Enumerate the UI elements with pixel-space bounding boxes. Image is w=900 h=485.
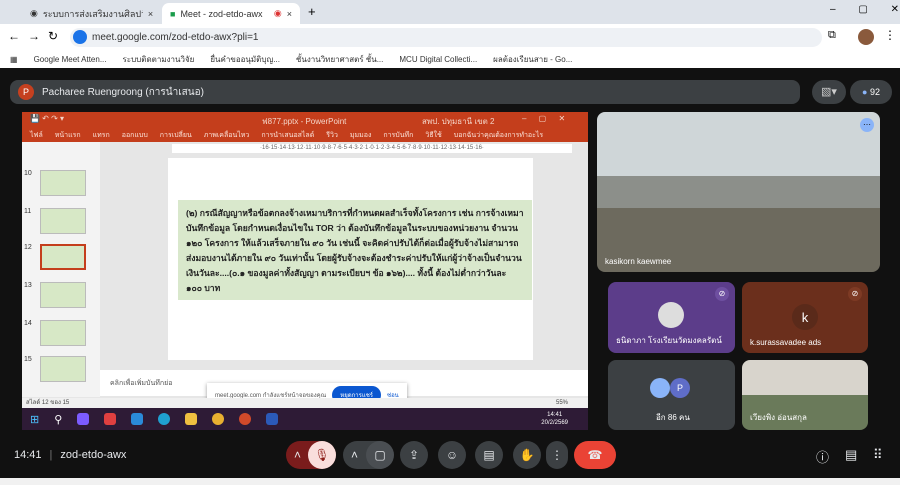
info-icon[interactable]: ⓘ (816, 447, 829, 466)
ribbon-tab[interactable]: ไฟล์ (30, 130, 43, 141)
ribbon-tab[interactable]: ภาพเคลื่อนไหว (204, 130, 250, 141)
ribbon-tab[interactable]: การบันทึก (383, 130, 413, 141)
bookmark[interactable]: ผลต้องเรียนสาย - Go... (493, 53, 572, 66)
avatar (658, 302, 684, 328)
tab-inactive[interactable]: ◉ระบบการส่งเสริมงานศิลปวัฒนธรรม...× (22, 3, 162, 24)
more-options-button[interactable]: ⋮ (546, 441, 568, 469)
slide-thumb[interactable] (40, 320, 86, 346)
app-icon[interactable] (77, 413, 90, 425)
url-input[interactable]: meet.google.com/zod-etdo-awx?pli=1 (70, 28, 822, 47)
close-icon[interactable]: × (148, 9, 153, 19)
participants-button[interactable]: ● 92 (850, 80, 892, 104)
slide-text-box[interactable]: (๒) กรณีสัญญาหรือข้อตกลงจ้างเหมาบริการที… (178, 200, 532, 300)
chrome-icon[interactable] (212, 413, 225, 425)
ribbon-tab[interactable]: รีวิว (326, 130, 338, 141)
powerpoint-icon[interactable] (239, 413, 252, 425)
avatar: P (670, 378, 690, 398)
record-icon: ◉ (273, 8, 282, 18)
shared-screen: 💾 ↶ ↷ ▾ ฟ877.pptx - PowerPoint สพป. ปทุม… (22, 112, 588, 430)
window-controls[interactable]: – ▢ ✕ (522, 114, 565, 123)
people-icon: ● (862, 87, 868, 97)
edge-icon[interactable] (158, 413, 171, 425)
windows-taskbar: ⊞ ⚲ 14:41 20/2/2569 (22, 408, 588, 430)
mic-off-button[interactable]: 🎙 (308, 441, 336, 469)
ribbon-tab[interactable]: มุมมอง (350, 130, 371, 141)
search-icon[interactable]: ⚲ (54, 413, 62, 426)
ribbon-tab[interactable]: การนำเสนอสไลด์ (261, 130, 314, 141)
mic-off-icon: ⊘ (715, 287, 729, 301)
ribbon-tabs: ไฟล์ หน้าแรก แทรก ออกแบบ การเปลี่ยน ภาพเคลื่อ… (22, 128, 588, 142)
qat-icons[interactable]: 💾 ↶ ↷ ▾ (30, 114, 64, 123)
bookmark[interactable]: ระบบติดตามงานวิจัย (123, 53, 195, 66)
slide-canvas: (๒) กรณีสัญญาหรือข้อตกลงจ้างเหมาบริการที… (168, 158, 533, 360)
more-options-icon[interactable]: ⋯ (860, 118, 874, 132)
close-icon[interactable]: × (287, 9, 292, 19)
avatar: k (792, 304, 818, 330)
ribbon-tab[interactable]: แทรก (93, 130, 110, 141)
ribbon-tab[interactable]: วิธีใช้ (425, 130, 441, 141)
camera-button[interactable]: ▢ (366, 441, 394, 469)
menu-icon[interactable]: ⋮ (884, 28, 896, 42)
avatar (650, 378, 670, 398)
status-bar: สไลด์ 12 ของ 15 55% (22, 398, 588, 408)
start-icon[interactable]: ⊞ (30, 413, 39, 426)
captions-button[interactable]: ▤ (475, 441, 503, 469)
slide-thumbnails: 10 11 12 13 14 15 (22, 142, 100, 397)
zoom-level[interactable]: 55% (556, 398, 568, 408)
mic-off-icon: ⊘ (848, 287, 862, 301)
slide-thumb[interactable] (40, 282, 86, 308)
favicon-icon: ◉ (30, 8, 38, 18)
presenter-avatar: P (18, 84, 34, 100)
ruler: ·16·15·14·13·12·11·10·9·8·7·6·5·4·3·2·1·… (172, 144, 572, 153)
bookmark[interactable]: MCU Digital Collecti... (399, 55, 477, 64)
activities-icon[interactable]: ⠿ (873, 447, 883, 463)
apps-icon[interactable]: ▦ (10, 55, 18, 64)
presenter-bar: P Pacharee Ruengroong (การนำเสนอ) (10, 80, 800, 104)
bookmark[interactable]: ชั้นงานวิทยาศาสตร์ ชั้น... (296, 53, 383, 66)
mail-icon[interactable] (131, 413, 144, 425)
extensions-icon[interactable]: ⧉ (828, 29, 836, 42)
participant-tile[interactable]: เวียงพิง อ่อนสกุล (742, 360, 868, 430)
window-controls[interactable]: – ▢ ✕ (830, 4, 899, 15)
slide-thumb[interactable] (40, 208, 86, 234)
site-icon (73, 30, 87, 44)
app-icon[interactable] (104, 413, 117, 425)
ppt-title-bar: 💾 ↶ ↷ ▾ ฟ877.pptx - PowerPoint สพป. ปทุม… (22, 112, 588, 128)
ribbon-tab[interactable]: ออกแบบ (122, 130, 148, 141)
ribbon-tab[interactable]: การเปลี่ยน (160, 130, 192, 141)
raise-hand-button[interactable]: ✋ (513, 441, 541, 469)
tab-active[interactable]: ■ Meet - zod-etdo-awx ◉ × (162, 3, 300, 24)
ribbon-tab[interactable]: หน้าแรก (55, 130, 81, 141)
browser-tab-bar: ◉ระบบการส่งเสริมงานศิลปวัฒนธรรม...× ■Mee… (0, 0, 900, 24)
taskbar-clock[interactable]: 14:41 20/2/2569 (541, 411, 568, 427)
bookmark[interactable]: Google Meet Atten... (34, 55, 107, 64)
new-tab-icon[interactable]: + (308, 4, 316, 19)
emoji-button[interactable]: ☺ (438, 441, 466, 469)
layout-button[interactable]: ▧▾ (812, 80, 846, 104)
bookmark[interactable]: ยื่นคำขออนุมัติบุญ... (210, 53, 280, 66)
word-icon[interactable] (266, 413, 279, 425)
meet-icon: ■ (170, 8, 176, 19)
participant-tile[interactable]: ⊘ k k.surassavadee ads (742, 282, 868, 353)
participant-tile[interactable]: ⊘ ธนิดาภา โรงเรียนวัดมงคลรัตน์ (608, 282, 735, 353)
bottom-edge (0, 478, 900, 485)
leave-call-button[interactable]: ☎ (574, 441, 616, 469)
present-button[interactable]: ⇪ (400, 441, 428, 469)
main-video-tile[interactable]: ⋯ kasikorn kaewmee (597, 112, 880, 272)
explorer-icon[interactable] (185, 413, 198, 425)
tell-me-search[interactable]: บอกฉันว่าคุณต้องการทำอะไร (454, 130, 543, 141)
chat-icon[interactable]: ▤ (845, 447, 857, 463)
bookmarks-bar: ▦ Google Meet Atten... ระบบติดตามงานวิจั… (0, 50, 900, 68)
nav-buttons[interactable]: ←→↻ (8, 29, 66, 43)
profile-avatar[interactable] (858, 29, 874, 45)
others-tile[interactable]: P อีก 86 คน (608, 360, 735, 430)
slide-thumb[interactable] (40, 356, 86, 382)
slide-thumb[interactable] (40, 170, 86, 196)
slide-thumb-selected[interactable] (40, 244, 86, 270)
